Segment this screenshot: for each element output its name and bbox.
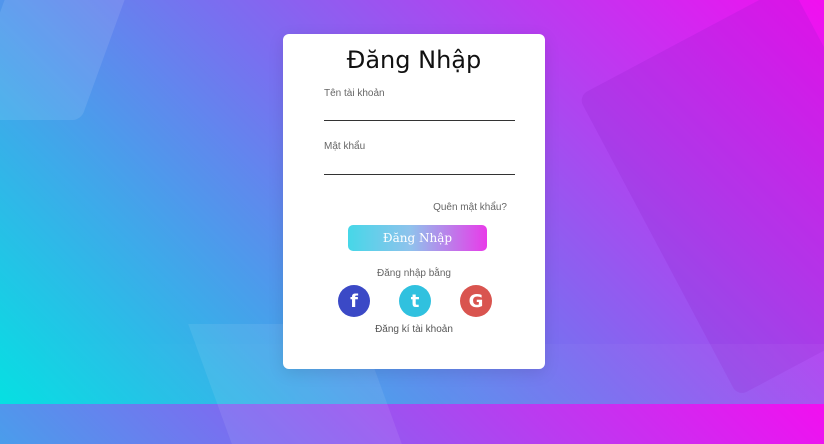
background-shape: [578, 0, 824, 397]
login-button[interactable]: Đăng Nhập: [348, 225, 487, 251]
username-label: Tên tài khoản: [324, 88, 385, 99]
twitter-icon[interactable]: t: [399, 285, 431, 317]
forgot-password-link[interactable]: Quên mật khẩu?: [433, 202, 507, 213]
social-login-group: f t G: [338, 285, 493, 317]
google-icon[interactable]: G: [460, 285, 492, 317]
register-link[interactable]: Đăng kí tài khoản: [283, 324, 545, 335]
password-label: Mật khẩu: [324, 141, 366, 152]
facebook-icon[interactable]: f: [338, 285, 370, 317]
username-field[interactable]: [324, 102, 515, 121]
login-with-label: Đăng nhập bằng: [377, 268, 451, 279]
login-card: Đăng Nhập Tên tài khoản Mật khẩu Quên mậ…: [283, 34, 545, 369]
background-shape: [0, 0, 140, 120]
login-title: Đăng Nhập: [346, 46, 482, 74]
password-field[interactable]: [324, 156, 515, 175]
